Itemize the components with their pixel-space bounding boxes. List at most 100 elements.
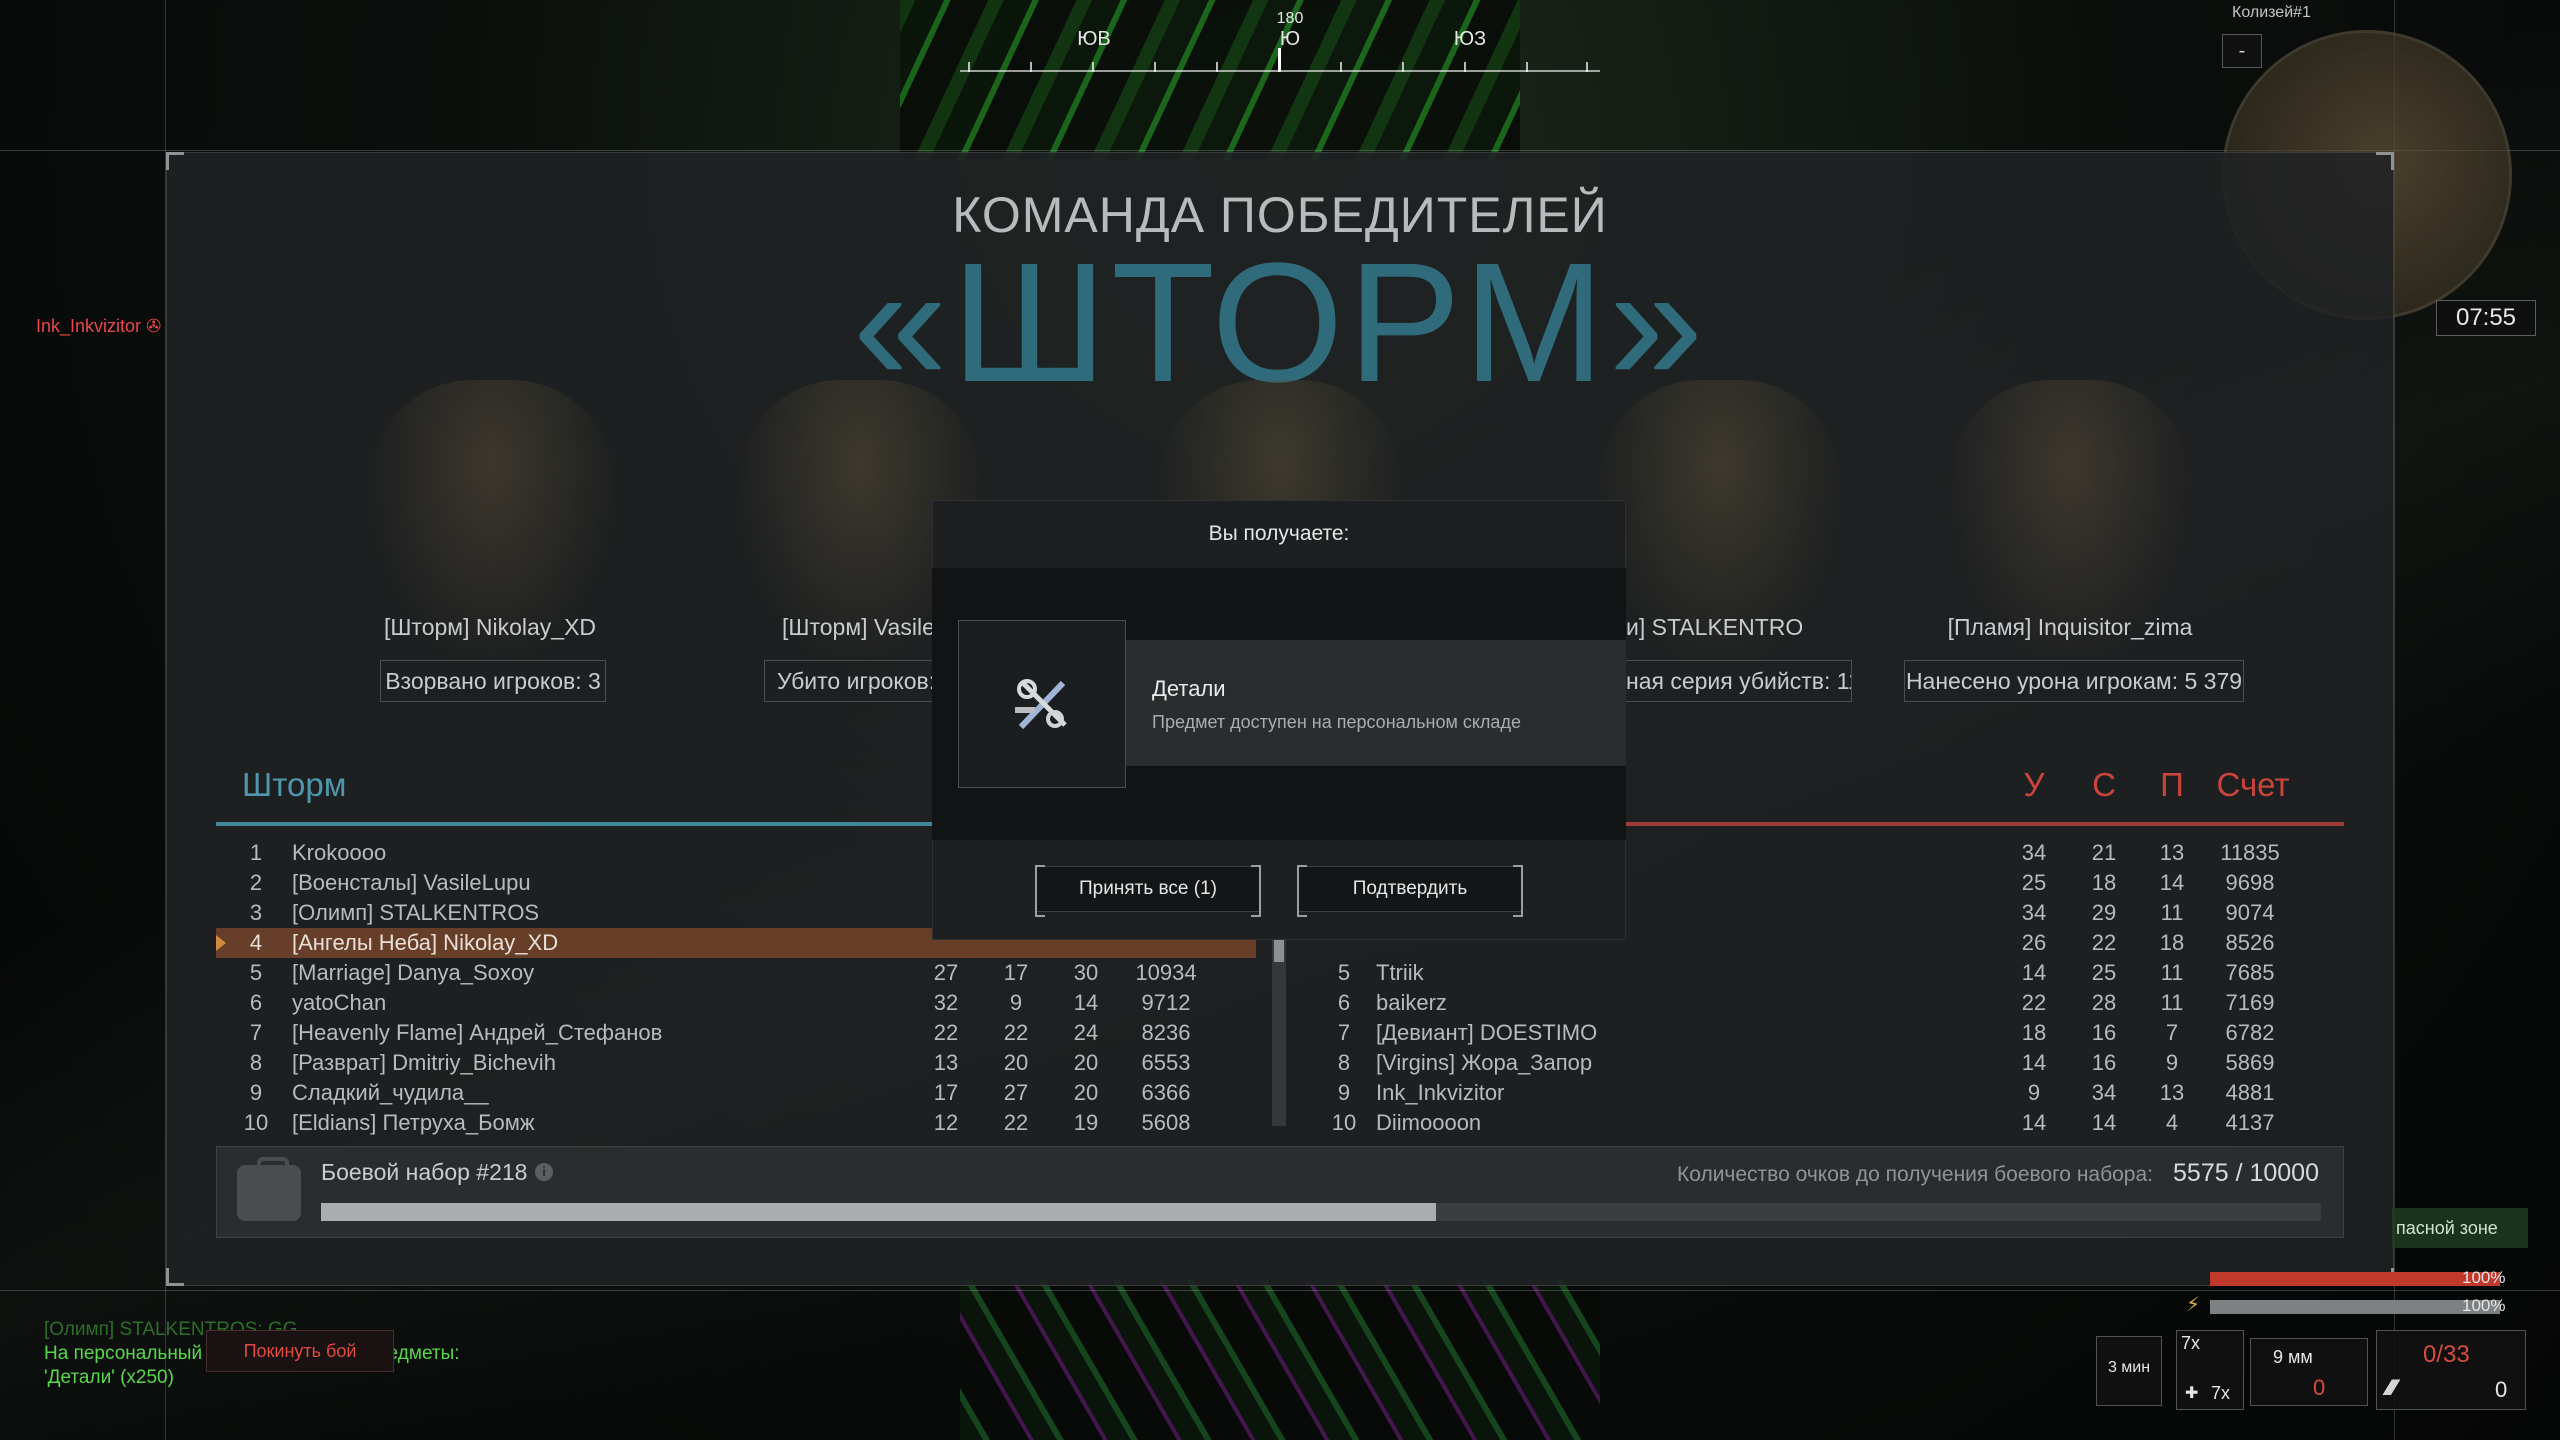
kills-cell: 26	[2021, 930, 2047, 955]
assists-cell: 4	[2165, 1110, 2179, 1135]
bullets-icon: ⁄⁄⁄⁄⁄	[2387, 1375, 2397, 1400]
compass-tick	[1526, 62, 1528, 72]
player-name-cell: [Военсталы] VasileLupu	[292, 870, 531, 895]
grenade-slot: 7x ✚ 7x	[2176, 1330, 2244, 1410]
rank-cell: 10	[243, 1110, 269, 1135]
score-cell: 11835	[2220, 840, 2280, 865]
extra-count: 0	[2495, 1377, 2508, 1402]
column-assists-header: П	[2160, 766, 2184, 803]
player-name-cell: Сладкий_чудила__	[292, 1080, 489, 1105]
kills-cell: 14	[2021, 960, 2047, 985]
minimap-zoom-out-button[interactable]: -	[2222, 34, 2262, 68]
compass-tick	[1586, 62, 1588, 72]
battle-kit-progress-label: Количество очков до получения боевого на…	[1677, 1163, 2153, 1186]
kills-cell: 18	[2021, 1020, 2047, 1045]
hero-name-2: [Шторм] Vasile	[782, 614, 932, 640]
ammo-slot: 9 мм 0	[2250, 1338, 2368, 1406]
table-row[interactable]: 8 [Virgins] Жора_Запор 14 16 9 5869	[1304, 1048, 2344, 1078]
rank-cell: 6	[1337, 990, 1351, 1015]
table-row[interactable]: 5 Ttriik 14 25 11 7685	[1304, 958, 2344, 988]
kills-cell: 22	[2021, 990, 2047, 1015]
kills-cell: 22	[933, 1020, 959, 1045]
compass-degrees: 180	[1276, 10, 1304, 27]
assists-cell: 18	[2159, 930, 2185, 955]
table-row[interactable]: 8 [Разврат] Dmitriy_Bichevih 13 20 20 6553	[216, 1048, 1256, 1078]
table-row[interactable]: 9 Сладкий_чудила__ 17 27 20 6366	[216, 1078, 1256, 1108]
briefcase-icon	[237, 1157, 301, 1221]
deaths-cell: 20	[1003, 1050, 1029, 1075]
assists-cell: 14	[2159, 870, 2185, 895]
player-name-cell: Ttriik	[1376, 960, 1424, 985]
hero-stat-4: Нанесено урона игрокам: 5 379	[1904, 660, 2244, 702]
kills-cell: 9	[2027, 1080, 2041, 1105]
rank-cell: 6	[249, 990, 263, 1015]
table-row[interactable]: 10 Diimoooon 14 14 4 4137	[1304, 1108, 2344, 1138]
rank-cell: 8	[249, 1050, 263, 1075]
table-row[interactable]: 9 Ink_Inkvizitor 9 34 13 4881	[1304, 1078, 2344, 1108]
confirm-button[interactable]: Подтвердить	[1297, 865, 1523, 917]
deaths-cell: 22	[1003, 1110, 1029, 1135]
column-kills-header: У	[2023, 766, 2045, 803]
battle-kit-progress-value: 5575 / 10000	[2173, 1159, 2319, 1187]
weapon-slot: 0/33 ⁄⁄⁄⁄⁄ 0	[2376, 1330, 2526, 1410]
battle-kit-name: Боевой набор #218	[321, 1159, 528, 1185]
player-name-cell: [Олимп] STALKENTROS	[292, 900, 540, 925]
compass-tick-center	[1278, 48, 1281, 72]
reward-item-name: Детали	[1152, 676, 1226, 701]
table-row[interactable]: 7 [Девиант] DOESTIMO 18 16 7 6782	[1304, 1018, 2344, 1048]
rank-cell: 8	[1337, 1050, 1351, 1075]
score-cell: 5608	[1141, 1110, 1191, 1135]
compass: 180 ЮВ Ю ЮЗ	[950, 8, 1610, 78]
reward-item-description: Предмет доступен на персональном складе	[1152, 712, 1521, 732]
table-row[interactable]: 6 yatoChan 32 9 14 9712	[216, 988, 1256, 1018]
rank-cell: 9	[249, 1080, 263, 1105]
stamina-bar-fill	[2210, 1300, 2500, 1314]
kills-cell: 34	[2021, 840, 2047, 865]
stamina-bar	[2210, 1300, 2500, 1314]
compass-mark-se: ЮВ	[1077, 28, 1111, 50]
table-row[interactable]: 5 [Marriage] Danya_Soxoy 27 17 30 10934	[216, 958, 1256, 988]
compass-tick	[1030, 62, 1032, 72]
compass-tick	[1402, 62, 1404, 72]
assists-cell: 9	[2165, 1050, 2179, 1075]
medkit-icon: ✚	[2185, 1385, 2199, 1402]
frame-line-top	[0, 150, 2560, 151]
assists-cell: 13	[2159, 840, 2185, 865]
player-name-cell: baikerz	[1376, 990, 1447, 1015]
health-bar-fill	[2210, 1272, 2500, 1286]
compass-tick	[1216, 62, 1218, 72]
deaths-cell: 17	[1003, 960, 1029, 985]
leave-battle-button[interactable]: Покинуть бой	[206, 1330, 394, 1372]
battle-kit-progress-bar	[321, 1203, 2321, 1221]
grenade-count-bottom: 7x	[2211, 1383, 2231, 1403]
reward-dialog-title: Вы получаете:	[1208, 522, 1350, 545]
assists-cell: 24	[1073, 1020, 1099, 1045]
accept-all-button[interactable]: Принять все (1)	[1035, 865, 1261, 917]
hero-stat-3: ная серия убийств: 11	[1626, 660, 1852, 702]
player-name-cell: [Eldians] Петруха_Бомж	[292, 1110, 535, 1135]
score-cell: 7169	[2225, 990, 2275, 1015]
rank-cell: 5	[1337, 960, 1351, 985]
hero-name-3: и] STALKENTROS	[1626, 614, 1802, 640]
score-cell: 7685	[2225, 960, 2275, 985]
current-player-arrow-icon	[216, 935, 226, 951]
column-deaths-header: С	[2092, 766, 2116, 803]
table-row[interactable]: 6 baikerz 22 28 11 7169	[1304, 988, 2344, 1018]
table-row[interactable]: 10 [Eldians] Петруха_Бомж 12 22 19 5608	[216, 1108, 1256, 1138]
player-name-cell: yatoChan	[292, 990, 387, 1015]
assists-cell: 7	[2165, 1020, 2179, 1045]
table-row[interactable]: 7 [Heavenly Flame] Андрей_Стефанов 22 22 24 8…	[216, 1018, 1256, 1048]
score-cell: 6366	[1141, 1080, 1191, 1105]
magazine-count: 0/33	[2423, 1341, 2470, 1368]
panel-corner	[166, 1268, 184, 1286]
score-cell: 6553	[1141, 1050, 1191, 1075]
deaths-cell: 22	[1003, 1020, 1029, 1045]
deaths-cell: 27	[1003, 1080, 1029, 1105]
assists-cell: 19	[1073, 1110, 1099, 1135]
score-cell: 9698	[2225, 870, 2275, 895]
info-icon[interactable]: i	[535, 1163, 553, 1181]
player-name-cell: [Marriage] Danya_Soxoy	[292, 960, 535, 985]
hero-name-1: [Шторм] Nikolay_XD	[383, 614, 597, 640]
frame-line-bottom	[0, 1290, 2560, 1291]
reward-item-thumbnail	[958, 620, 1126, 788]
